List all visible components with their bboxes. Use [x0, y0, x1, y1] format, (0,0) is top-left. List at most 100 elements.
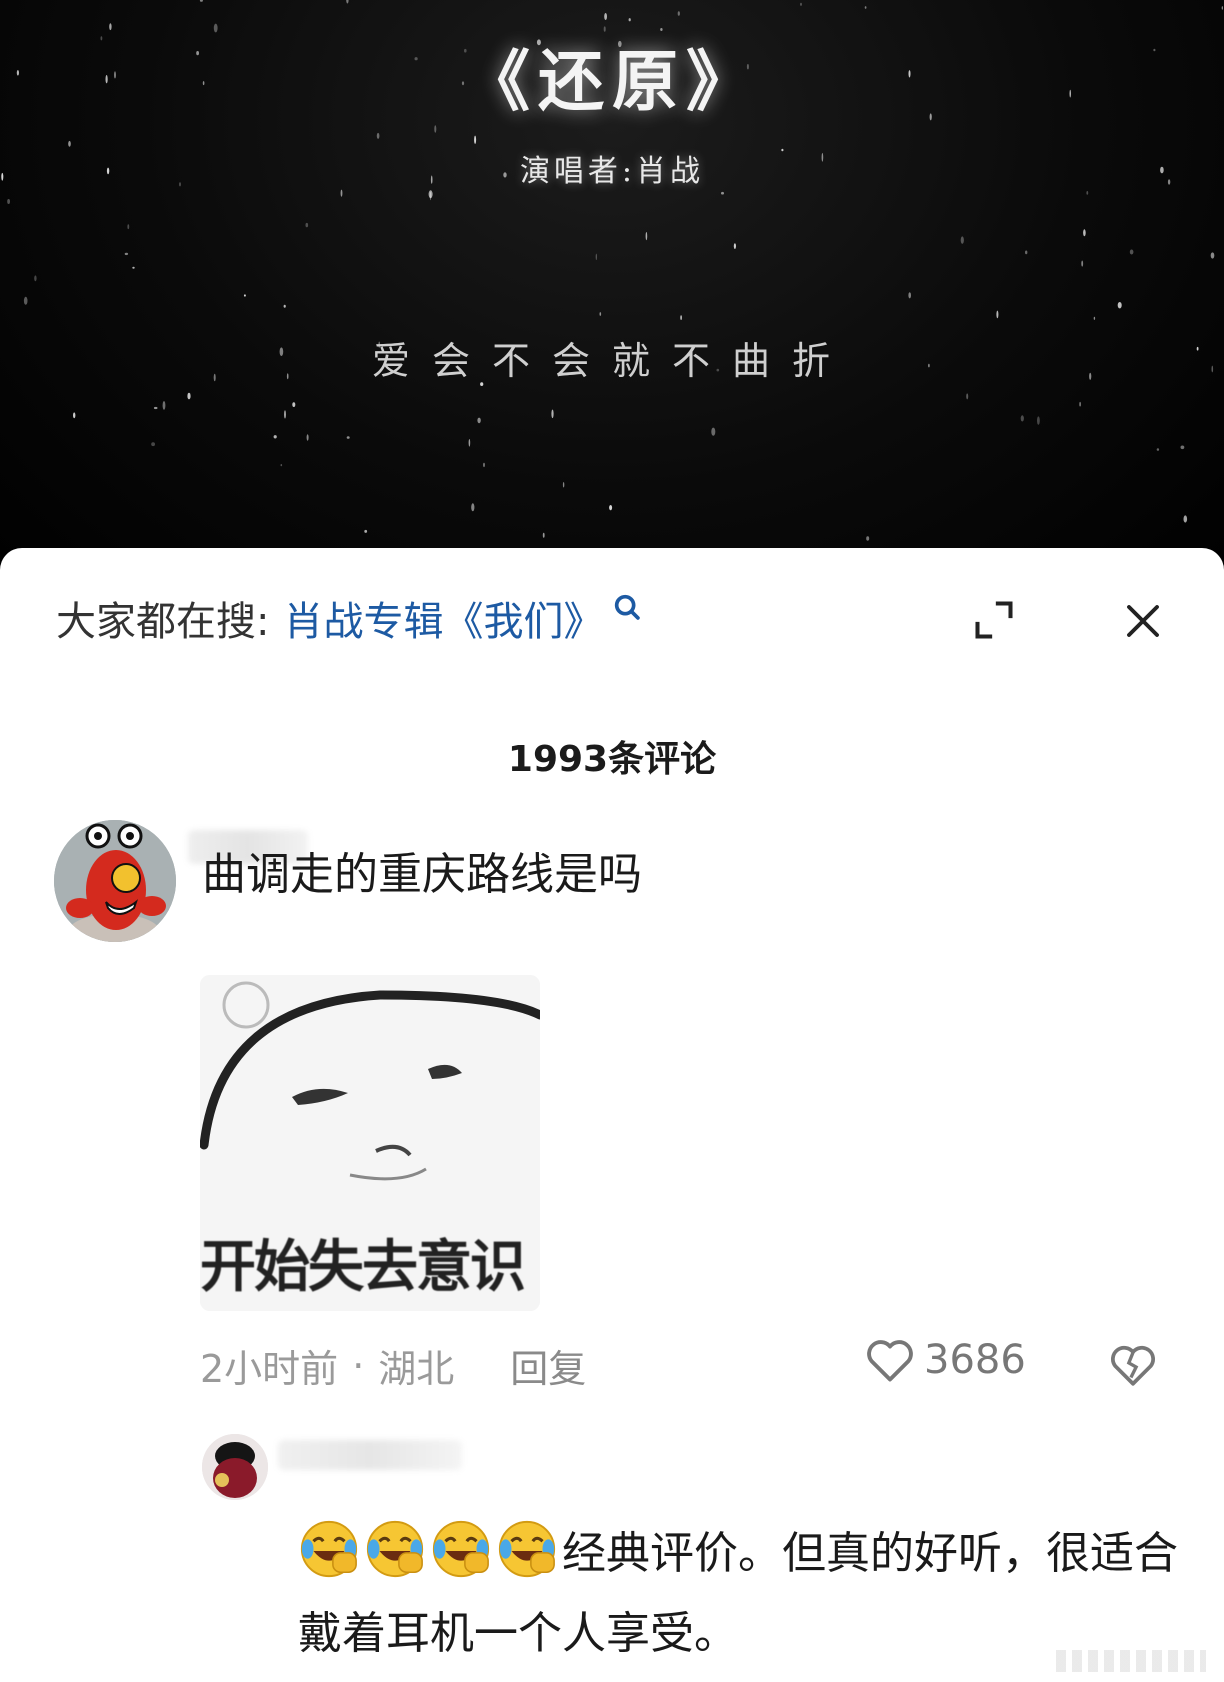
star-particle: [908, 292, 911, 299]
song-title: 《还原》: [464, 42, 760, 120]
star-particle: [551, 409, 554, 419]
star-particle: [305, 222, 309, 228]
emoji-row: [298, 1520, 562, 1579]
laughing-crying-emoji-icon: [430, 1518, 492, 1580]
trending-search[interactable]: 大家都在搜: 肖战专辑《我们》: [56, 588, 645, 648]
star-particle: [199, 0, 203, 2]
star-particle: [73, 412, 76, 419]
star-particle: [604, 13, 607, 20]
star-particle: [132, 266, 135, 269]
star-particle: [960, 236, 964, 244]
star-particle: [721, 191, 724, 195]
star-particle: [680, 315, 682, 320]
like-button[interactable]: 3686: [864, 1336, 1026, 1384]
star-particle: [1093, 316, 1096, 320]
star-particle: [996, 310, 999, 319]
laughing-crying-emoji-icon: [496, 1518, 558, 1580]
trending-search-term[interactable]: 肖战专辑《我们》: [283, 589, 603, 647]
star-particle: [284, 410, 286, 419]
star-particle: [800, 2, 802, 6]
star-particle: [477, 417, 481, 424]
comment-sheet: 大家都在搜: 肖战专辑《我们》 1993条评论 曲调走的重庆路线是吗 开始失去意…: [0, 548, 1224, 1682]
star-particle: [1180, 445, 1185, 450]
star-particle: [1221, 6, 1223, 10]
reply-avatar-image: [202, 1434, 268, 1500]
star-particle: [280, 464, 283, 467]
star-particle: [1083, 229, 1086, 237]
reply-text-block: 经典评价。但真的好听，很适合戴着耳机一个人享受。: [298, 1514, 1178, 1674]
star-particle: [866, 536, 870, 541]
star-particle: [364, 529, 368, 533]
star-particle: [733, 243, 737, 250]
star-particle: [1081, 260, 1084, 267]
reply-username-redacted: [278, 1440, 462, 1470]
star-particle: [292, 402, 296, 407]
star-particle: [1086, 191, 1089, 195]
star-particle: [428, 190, 433, 199]
comment-text: 曲调走的重庆路线是吗: [202, 849, 642, 900]
star-particle: [1129, 249, 1134, 255]
star-particle: [346, 0, 349, 4]
star-particle: [153, 406, 158, 410]
star-particle: [595, 253, 597, 260]
star-particle: [151, 442, 156, 447]
star-particle: [434, 125, 437, 133]
star-particle: [468, 439, 471, 447]
star-particle: [273, 435, 277, 439]
star-particle: [711, 427, 716, 436]
avatar-image: [54, 820, 176, 942]
star-particle: [124, 252, 129, 256]
star-particle: [609, 505, 613, 511]
star-particle: [1117, 302, 1122, 309]
star-particle: [966, 393, 969, 400]
star-particle: [23, 296, 28, 305]
trending-search-prefix: 大家都在搜:: [56, 599, 270, 645]
star-particle: [1037, 416, 1040, 425]
star-particle: [1156, 448, 1160, 451]
star-particle: [677, 11, 680, 16]
meme-caption: 开始失去意识: [200, 1235, 526, 1300]
star-particle: [1020, 415, 1024, 422]
singer-credit: 演唱者:肖战: [519, 154, 705, 189]
comment-time: 2小时前: [200, 1347, 339, 1391]
star-particle: [474, 135, 477, 144]
star-particle: [187, 392, 191, 400]
star-particle: [562, 482, 565, 488]
meta-separator: ·: [352, 1343, 365, 1388]
star-particle: [1210, 252, 1215, 259]
comment-meta: 2小时前 · 湖北 回复: [200, 1338, 586, 1393]
video-player[interactable]: 《还原》 演唱者:肖战 爱会不会就不曲折: [0, 0, 1224, 600]
avatar[interactable]: [54, 820, 176, 942]
watermark: [1056, 1650, 1206, 1672]
star-particle: [471, 503, 475, 512]
star-particle: [628, 18, 631, 22]
star-particle: [243, 294, 246, 297]
star-particle: [283, 304, 286, 308]
comment-location: 湖北: [378, 1347, 455, 1391]
star-particle: [542, 532, 545, 538]
star-particle: [127, 224, 130, 230]
close-icon[interactable]: [1122, 600, 1164, 642]
broken-heart-icon[interactable]: [1108, 1342, 1158, 1388]
laughing-crying-emoji-icon: [298, 1518, 360, 1580]
star-particle: [7, 199, 10, 204]
star-particle: [1183, 515, 1188, 523]
star-particle: [162, 401, 166, 410]
star-particle: [645, 232, 648, 241]
expand-icon[interactable]: [972, 598, 1016, 642]
star-particle: [864, 6, 867, 9]
comment-count: 1993条评论: [507, 739, 717, 780]
comment-meme-image[interactable]: 开始失去意识: [200, 975, 540, 1311]
reply-avatar[interactable]: [202, 1434, 268, 1500]
star-particle: [1025, 250, 1028, 255]
star-particle: [340, 189, 343, 197]
star-particle: [483, 462, 485, 468]
like-count: 3686: [924, 1337, 1026, 1383]
star-particle: [376, 132, 380, 139]
laughing-crying-emoji-icon: [364, 1518, 426, 1580]
search-icon[interactable]: [611, 591, 645, 625]
reply-button[interactable]: 回复: [510, 1338, 586, 1393]
star-particle: [346, 436, 350, 439]
star-particle: [599, 312, 602, 316]
star-particle: [306, 434, 309, 441]
